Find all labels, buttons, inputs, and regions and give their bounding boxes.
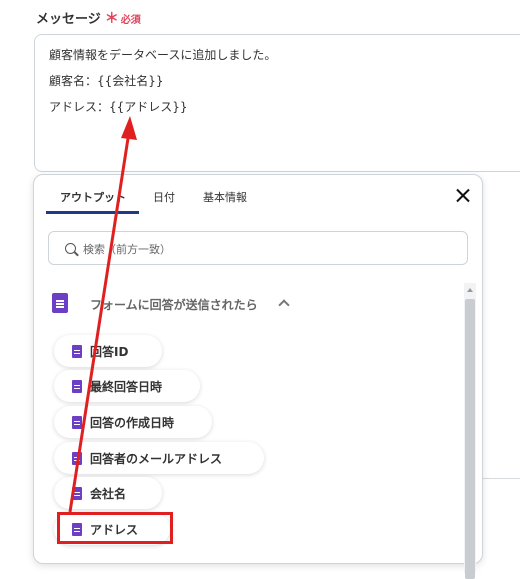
doc-icon <box>72 345 82 358</box>
doc-icon <box>72 380 82 393</box>
search-input[interactable]: 検索（前方一致） <box>48 231 468 265</box>
list-item-company-name[interactable]: 会社名 <box>54 477 162 509</box>
divider <box>483 478 520 479</box>
highlight-box <box>57 512 173 544</box>
chevron-up-icon[interactable] <box>278 299 290 311</box>
item-label: 回答ID <box>90 345 129 359</box>
doc-icon <box>72 452 82 465</box>
output-picker-panel: アウトプット 日付 基本情報 検索（前方一致） フォームに回答が送信されたら 回… <box>33 174 483 579</box>
message-textarea[interactable]: 顧客情報をデータベースに追加しました。 顧客名：{{会社名}} アドレス：{{ア… <box>34 34 520 172</box>
section-title: フォームに回答が送信されたら <box>90 298 258 312</box>
message-line-3: アドレス：{{アドレス}} <box>49 100 188 114</box>
tab-basic-info[interactable]: 基本情報 <box>203 189 247 205</box>
scroll-thumb[interactable] <box>465 299 475 579</box>
field-label: メッセージ＊必須 <box>36 8 141 28</box>
list-item-respondent-email[interactable]: 回答者のメールアドレス <box>54 442 264 474</box>
required-star: ＊ <box>104 11 119 27</box>
item-label: 会社名 <box>90 487 127 501</box>
tab-date[interactable]: 日付 <box>153 189 175 205</box>
doc-icon <box>72 487 82 500</box>
search-placeholder: 検索（前方一致） <box>83 243 171 256</box>
field-label-text: メッセージ <box>36 12 101 27</box>
required-text: 必須 <box>120 15 141 26</box>
active-tab-indicator <box>46 211 139 214</box>
close-icon[interactable] <box>452 185 474 207</box>
scrollbar[interactable] <box>464 283 476 579</box>
doc-icon <box>72 416 82 429</box>
item-label: 回答者のメールアドレス <box>90 452 223 466</box>
scroll-up-icon[interactable] <box>467 288 473 292</box>
item-label: 回答の作成日時 <box>90 416 175 430</box>
list-item-last-response[interactable]: 最終回答日時 <box>54 370 200 402</box>
list-item-response-id[interactable]: 回答ID <box>54 335 162 367</box>
item-label: 最終回答日時 <box>90 380 163 394</box>
doc-icon <box>52 293 68 313</box>
message-line-1: 顧客情報をデータベースに追加しました。 <box>49 48 277 62</box>
list-item-created-at[interactable]: 回答の作成日時 <box>54 406 212 438</box>
message-line-2: 顧客名：{{会社名}} <box>49 74 164 88</box>
search-icon <box>65 243 76 254</box>
tab-output[interactable]: アウトプット <box>60 189 126 205</box>
